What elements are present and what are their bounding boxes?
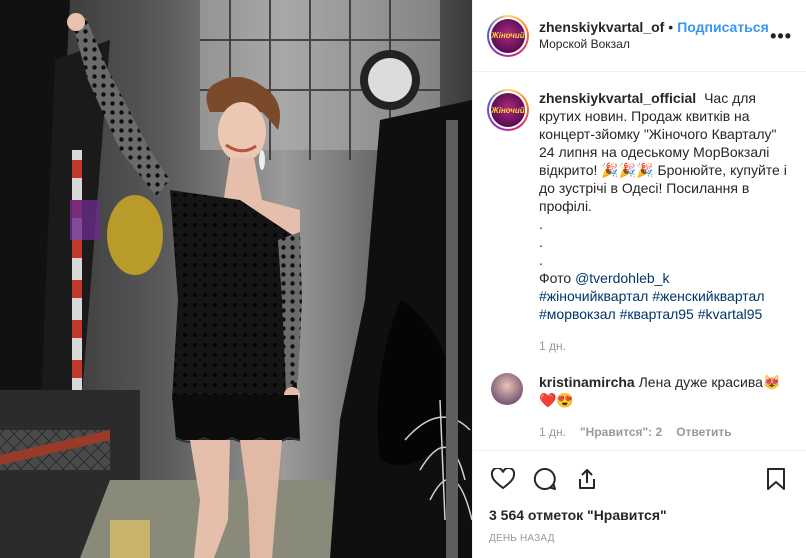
likes-count[interactable]: 3 564 отметок "Нравится" (489, 507, 790, 523)
comment-body: kristinamircha Лена дуже красива😻 ❤️😍 1 … (539, 373, 789, 441)
comments-section: Жіночий zhenskiykvartal_official Час для… (473, 73, 806, 450)
post-header: Жіночий zhenskiykvartal_of • Подписаться… (473, 0, 806, 72)
comment-age[interactable]: 1 дн. (539, 423, 566, 441)
caption-dot-1: . (539, 216, 543, 232)
caption-body: zhenskiykvartal_official Час для крутих … (539, 89, 791, 355)
follow-button[interactable]: Подписаться (677, 19, 769, 36)
comment-meta: 1 дн. "Нравится": 2 Ответить (539, 423, 789, 441)
hashtag[interactable]: #жіночийквартал (539, 288, 648, 304)
header-text: zhenskiykvartal_of • Подписаться Морской… (539, 19, 769, 53)
hashtag-list: #жіночийквартал #женскийквартал #морвокз… (539, 287, 791, 323)
post-panel: Жіночий zhenskiykvartal_of • Подписаться… (472, 0, 806, 558)
hashtag[interactable]: #kvartal95 (698, 306, 763, 322)
hashtag[interactable]: #квартал95 (620, 306, 694, 322)
caption-dot-2: . (539, 234, 543, 250)
comment-icon[interactable] (531, 465, 559, 493)
hashtag[interactable]: #женскийквартал (652, 288, 764, 304)
commenter-username[interactable]: kristinamircha (539, 374, 635, 390)
action-bar: 3 564 отметок "Нравится" День назад (473, 450, 806, 558)
share-icon[interactable] (573, 465, 601, 493)
reply-button[interactable]: Ответить (676, 423, 731, 441)
bookmark-icon[interactable] (762, 465, 790, 493)
author-username[interactable]: zhenskiykvartal_of (539, 19, 664, 36)
post-photo[interactable] (0, 0, 472, 558)
separator-dot: • (668, 18, 674, 35)
caption-text: Час для крутих новин. Продаж квитків на … (539, 90, 787, 214)
photo-credit-mention[interactable]: @tverdohleb_k (575, 270, 669, 286)
photo-credit-prefix: Фото (539, 270, 572, 286)
author-avatar[interactable]: Жіночий (487, 14, 529, 57)
author-avatar-logo: Жіночий (491, 18, 525, 53)
heart-icon[interactable] (489, 465, 517, 493)
caption-username[interactable]: zhenskiykvartal_official (539, 90, 696, 106)
commenter-avatar[interactable] (491, 373, 523, 405)
post-timestamp[interactable]: День назад (489, 533, 790, 544)
more-icon[interactable]: ••• (770, 26, 792, 47)
hashtag[interactable]: #морвокзал (539, 306, 616, 322)
caption: Жіночий zhenskiykvartal_official Час для… (487, 89, 792, 355)
location-link[interactable]: Морской Вокзал (539, 36, 769, 53)
post-image (0, 0, 472, 558)
caption-avatar[interactable]: Жіночий (487, 89, 529, 131)
action-icons (489, 459, 790, 499)
caption-avatar-logo: Жіночий (491, 93, 525, 127)
comment-item: kristinamircha Лена дуже красива😻 ❤️😍 1 … (487, 373, 792, 441)
caption-age[interactable]: 1 дн. (539, 337, 791, 355)
comment-likes[interactable]: "Нравится": 2 (580, 423, 662, 441)
caption-dot-3: . (539, 252, 543, 268)
